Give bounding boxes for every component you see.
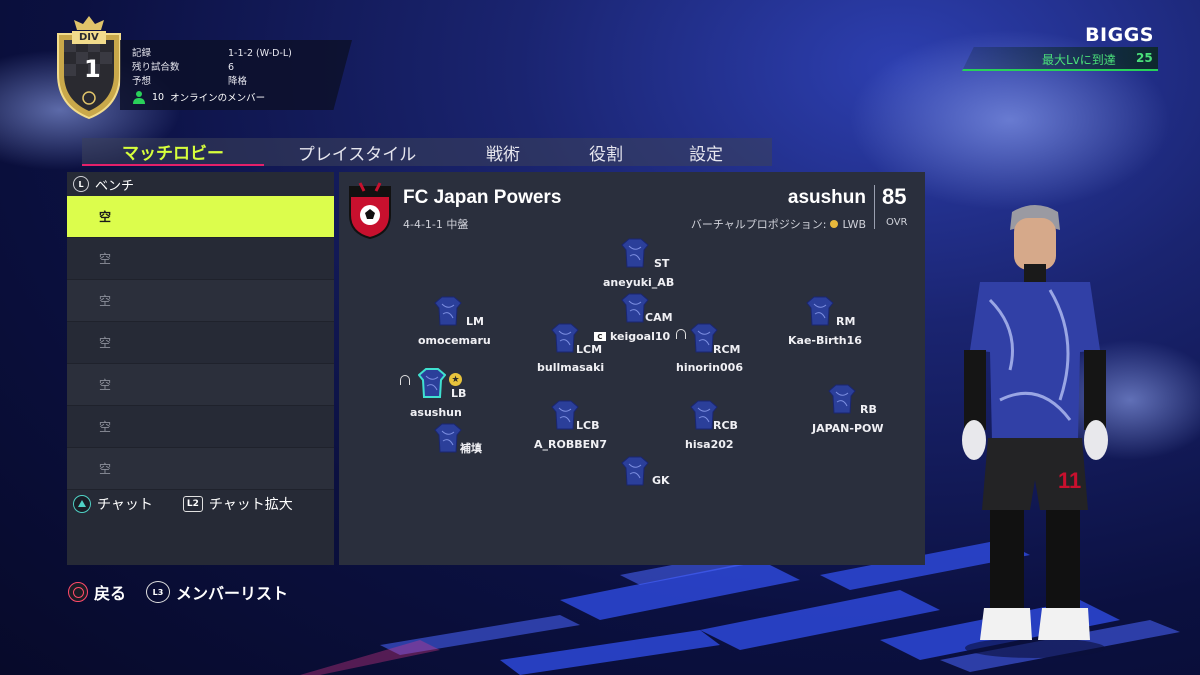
tab-tactics[interactable]: 戦術 bbox=[450, 138, 556, 166]
division-panel: 記録 1-1-2 (W-D-L) 残り試合数 6 予想 降格 10 オンラインのメンバ… bbox=[120, 40, 352, 110]
triangle-button-icon[interactable] bbox=[73, 495, 91, 513]
bench-panel: L ベンチ 空 空 空 空 空 空 空 チャット L2 チャット拡大 bbox=[67, 172, 334, 565]
remaining-matches-row: 残り試合数 6 bbox=[132, 62, 235, 73]
headset-icon bbox=[400, 375, 410, 385]
team-name: FC Japan Powers bbox=[403, 187, 562, 208]
member-list-button[interactable]: L3 メンバーリスト bbox=[146, 580, 288, 604]
bench-slot[interactable]: 空 bbox=[67, 406, 334, 448]
chat-expand-label[interactable]: チャット拡大 bbox=[209, 494, 293, 514]
jersey-icon bbox=[806, 296, 834, 326]
jersey-icon bbox=[434, 296, 462, 326]
tab-roles[interactable]: 役割 bbox=[556, 138, 656, 166]
player-position: LM bbox=[466, 315, 484, 328]
circle-button-icon bbox=[68, 582, 88, 602]
jersey-icon bbox=[551, 400, 579, 430]
l2-button-icon[interactable]: L2 bbox=[182, 496, 203, 512]
player-avatar: 11 bbox=[962, 205, 1108, 658]
bench-slot[interactable]: 空 bbox=[67, 364, 334, 406]
ovr-value: 85 bbox=[882, 184, 907, 209]
player-name: hisa202 bbox=[685, 438, 734, 451]
player-position: LB bbox=[451, 387, 467, 400]
player-name: hinorin006 bbox=[676, 361, 743, 374]
bench-title: ベンチ bbox=[95, 178, 135, 194]
player-name: A_ROBBEN7 bbox=[534, 438, 607, 451]
player-name: JAPAN-POW bbox=[812, 422, 884, 435]
player-position: RCM bbox=[713, 343, 741, 356]
bench-slot[interactable]: 空 bbox=[67, 280, 334, 322]
player-position: RM bbox=[836, 315, 856, 328]
chat-label[interactable]: チャット bbox=[97, 494, 153, 514]
player-position: ST bbox=[654, 257, 670, 270]
player-position: LCB bbox=[576, 419, 600, 432]
division-badge-label: DIV bbox=[79, 32, 99, 43]
player-name: bullmasaki bbox=[537, 361, 605, 374]
l-stick-icon: L bbox=[73, 176, 89, 192]
player-position: RCB bbox=[713, 419, 738, 432]
tab-match-lobby[interactable]: マッチロビー bbox=[82, 138, 264, 166]
prediction-row: 予想 降格 bbox=[132, 76, 248, 87]
jersey-icon bbox=[418, 368, 446, 398]
player-name: asushun bbox=[410, 406, 462, 419]
bench-footer: チャット L2 チャット拡大 bbox=[67, 492, 334, 516]
player-position: RB bbox=[860, 403, 877, 416]
virtual-position: バーチャルプロポジション: LWB bbox=[690, 217, 866, 232]
level-number: 25 bbox=[1136, 51, 1153, 65]
player-position: CAM bbox=[645, 311, 673, 324]
player-position: LCM bbox=[576, 343, 603, 356]
player-name: keigoal10 bbox=[610, 330, 671, 343]
ovr-divider bbox=[874, 185, 875, 229]
back-label: 戻る bbox=[94, 584, 127, 603]
jersey-icon bbox=[434, 423, 462, 453]
bench-slot[interactable]: 空 bbox=[67, 322, 334, 364]
jersey-icon bbox=[828, 384, 856, 414]
tab-bar: マッチロビー プレイスタイル 戦術 役割 設定 bbox=[82, 138, 772, 166]
player-name: aneyuki_AB bbox=[603, 276, 675, 289]
team-crest-icon bbox=[349, 182, 391, 239]
player-position: GK bbox=[652, 474, 670, 487]
back-button[interactable]: 戻る bbox=[68, 580, 126, 604]
person-icon bbox=[133, 91, 145, 104]
svg-text:11: 11 bbox=[1058, 468, 1081, 493]
level-label: 最大Lvに到達 bbox=[1042, 53, 1116, 67]
bench-slots: 空 空 空 空 空 空 空 bbox=[67, 196, 334, 490]
l3-button-icon: L3 bbox=[146, 581, 170, 603]
jersey-icon bbox=[551, 323, 579, 353]
bench-slot[interactable]: 空 bbox=[67, 448, 334, 490]
position-dot-icon bbox=[830, 220, 839, 228]
bench-header: L ベンチ bbox=[67, 172, 334, 196]
tab-settings[interactable]: 設定 bbox=[656, 138, 756, 166]
online-members: 10 オンラインのメンバー bbox=[132, 90, 265, 104]
profile-name: BIGGS bbox=[1085, 24, 1154, 46]
record-row: 記録 1-1-2 (W-D-L) bbox=[132, 48, 292, 59]
bench-slot[interactable]: 空 bbox=[67, 238, 334, 280]
member-list-label: メンバーリスト bbox=[176, 584, 289, 603]
jersey-icon bbox=[621, 238, 649, 268]
user-name: asushun bbox=[787, 187, 866, 208]
jersey-icon bbox=[621, 456, 649, 486]
ovr-label: OVR bbox=[886, 217, 908, 228]
player-name: 補填 bbox=[460, 442, 482, 455]
player-name: omocemaru bbox=[418, 334, 491, 347]
division-badge-number: 1 bbox=[84, 55, 101, 83]
star-icon: ★ bbox=[449, 373, 462, 386]
tab-play-style[interactable]: プレイスタイル bbox=[264, 138, 450, 166]
player-name: Kae-Birth16 bbox=[788, 334, 862, 347]
bench-slot[interactable]: 空 bbox=[67, 196, 334, 238]
headset-icon bbox=[676, 329, 686, 339]
captain-icon: C bbox=[594, 332, 606, 341]
formation-label: 4-4-1-1 中盤 bbox=[403, 218, 469, 231]
